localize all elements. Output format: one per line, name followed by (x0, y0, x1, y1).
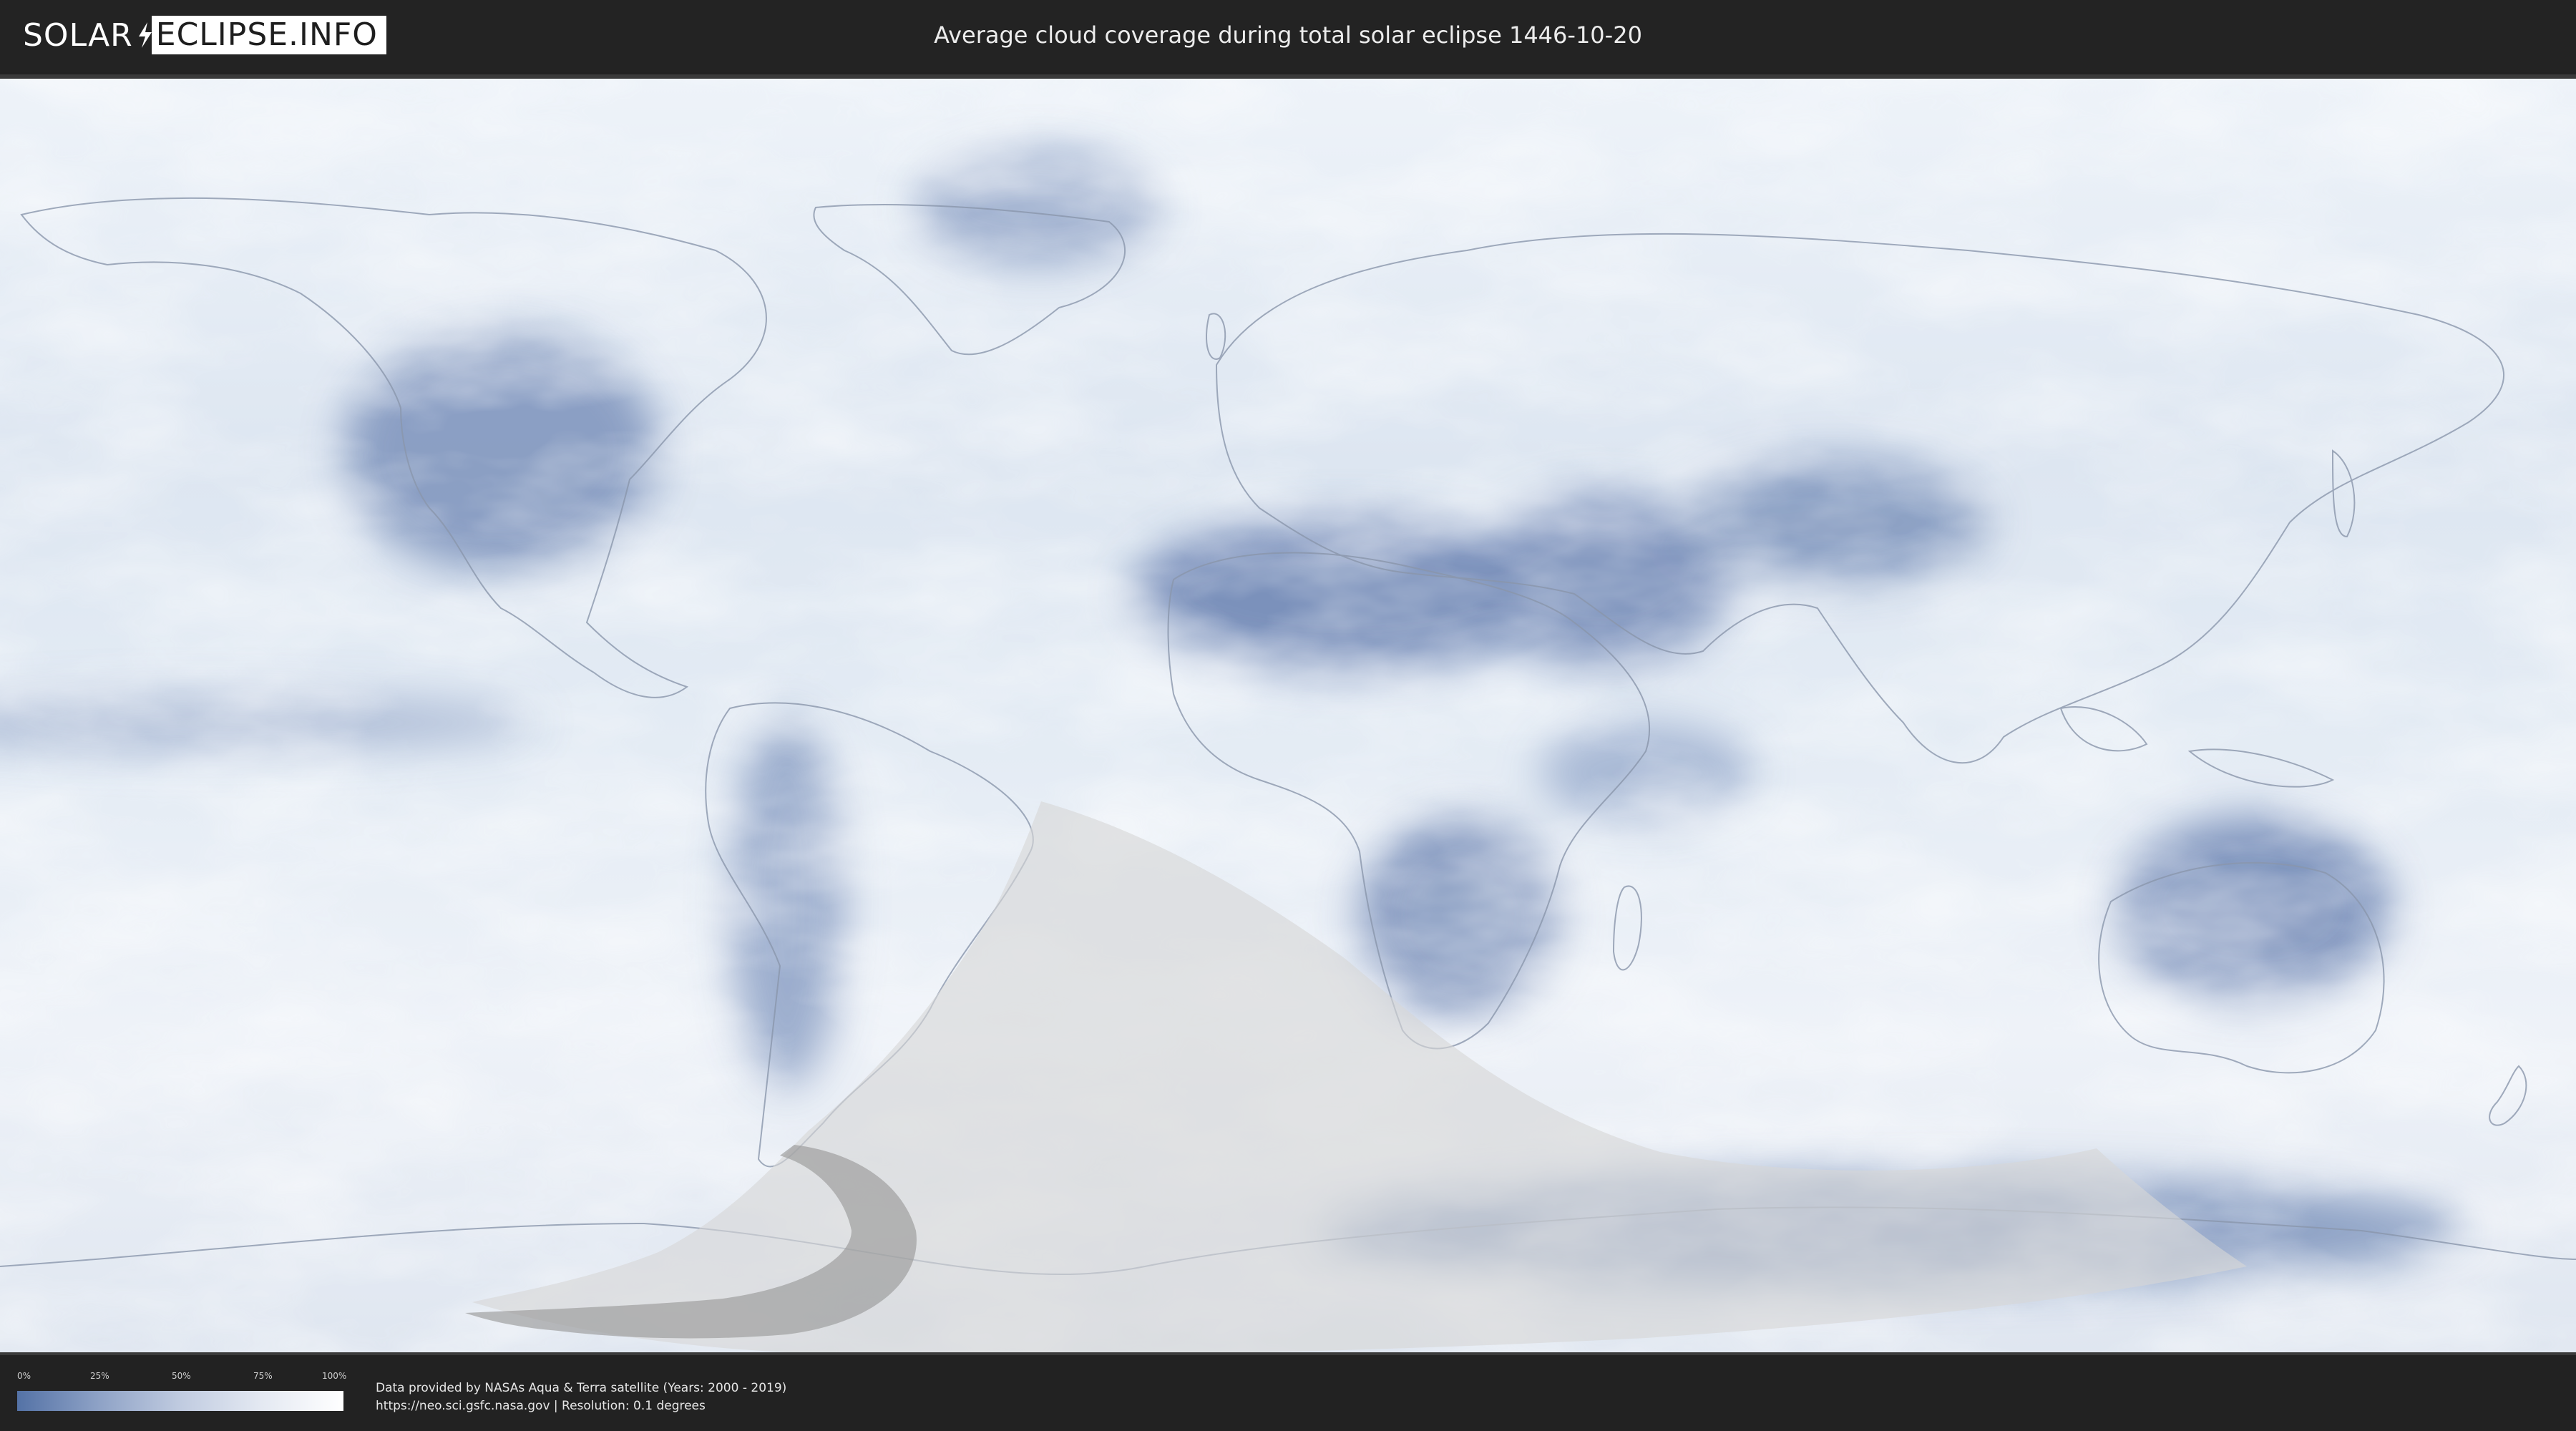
cloud-coverage-map[interactable] (0, 74, 2576, 1355)
logo-eclipse-info-text: ECLIPSE.INFO (151, 16, 386, 54)
credit-line-source: Data provided by NASAs Aqua & Terra sate… (376, 1381, 787, 1395)
footer: 0% 25% 50% 75% 100% Data provided by NAS… (0, 1355, 2576, 1431)
credit-line-url[interactable]: https://neo.sci.gsfc.nasa.gov | Resoluti… (376, 1397, 786, 1415)
logo-solar-text: SOLAR (23, 16, 133, 54)
cloud-coverage-legend: 0% 25% 50% 75% 100% (17, 1371, 347, 1411)
legend-color-bar (17, 1391, 343, 1411)
data-credit: Data provided by NASAs Aqua & Terra sate… (376, 1379, 786, 1415)
legend-tick-100: 100% (322, 1371, 347, 1381)
legend-tick-0: 0% (17, 1371, 31, 1381)
world-map (0, 79, 2576, 1352)
legend-tick-25: 25% (90, 1371, 109, 1381)
app: SOLAR ECLIPSE.INFO Average cloud coverag… (0, 0, 2576, 1431)
legend-tick-50: 50% (172, 1371, 191, 1381)
page-title: Average cloud coverage during total sola… (934, 21, 1642, 49)
legend-tick-75: 75% (253, 1371, 273, 1381)
lightning-bolt-icon (138, 22, 152, 48)
header: SOLAR ECLIPSE.INFO Average cloud coverag… (0, 0, 2576, 72)
site-logo[interactable]: SOLAR ECLIPSE.INFO (23, 16, 386, 54)
